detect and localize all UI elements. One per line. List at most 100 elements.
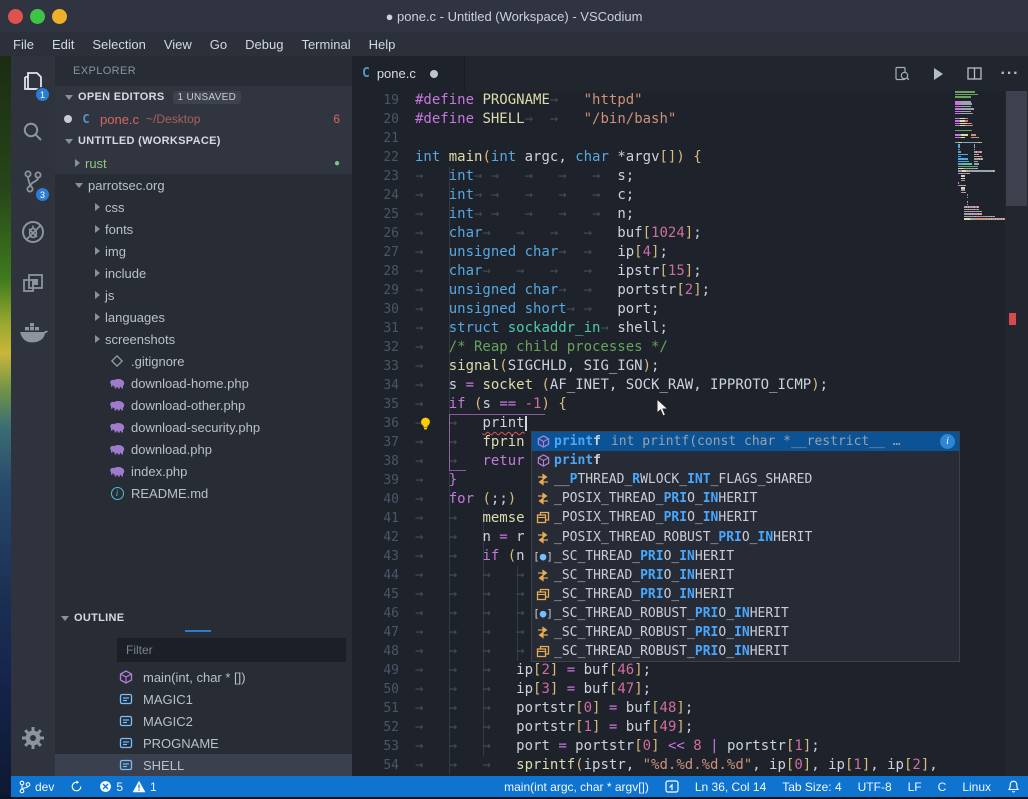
menu-selection[interactable]: Selection (83, 34, 154, 55)
outline-item-progname[interactable]: PROGNAME (55, 732, 352, 754)
suggestion-item[interactable]: _SC_THREAD_ROBUST_PRIO_INHERIT (532, 623, 959, 642)
feedback-icon[interactable] (657, 776, 687, 797)
chevron-down-icon (65, 138, 73, 144)
chevron-right-icon (95, 313, 100, 321)
bell-icon (1007, 780, 1020, 793)
sync-icon (71, 780, 82, 792)
suggestion-item[interactable]: _POSIX_THREAD_ROBUST_PRIO_INHERIT (532, 527, 959, 546)
open-editor-pone.c[interactable]: Cpone.c ~/Desktop 6 (55, 108, 352, 130)
os-indicator[interactable]: Linux (954, 776, 999, 797)
suggestion-item[interactable]: _POSIX_THREAD_PRIO_INHERIT (532, 508, 959, 527)
outline-item-main-int-char-[interactable]: main(int, char * []) (55, 666, 352, 688)
outline-item-shell[interactable]: SHELL (55, 754, 352, 776)
run-button[interactable] (928, 64, 948, 84)
section-open-editors[interactable]: OPEN EDITORS 1 UNSAVED (55, 86, 352, 108)
outline-list: main(int, char * []) MAGIC1 MAGIC2 PROGNAME… (55, 666, 352, 776)
current-symbol[interactable]: main(int argc, char * argv[]) (496, 776, 657, 797)
menu-debug[interactable]: Debug (236, 34, 292, 55)
status-bar: dev 5 1 main(int argc, char * argv[]) Ln… (11, 776, 1028, 797)
activitybar-debug[interactable] (11, 208, 55, 256)
problems-indicator[interactable]: 5 1 (91, 776, 164, 797)
file-index.php[interactable]: index.php (55, 460, 352, 482)
activitybar-source-control[interactable]: 3 (11, 158, 55, 206)
window-title: ● pone.c - Untitled (Workspace) - VSCodi… (385, 8, 643, 24)
info-icon[interactable]: i (940, 434, 955, 450)
menu-help[interactable]: Help (360, 34, 405, 55)
line-numbers: 19 20 21 22 23 24 25 26 27 28 29 30 31 32 33 34 35 36 37 38… (383, 93, 399, 773)
file-.gitignore[interactable]: .gitignore (55, 350, 352, 372)
eol-indicator[interactable]: LF (900, 776, 930, 797)
menu-file[interactable]: File (4, 34, 43, 55)
suggest-ref-icon (532, 569, 554, 582)
outline-item-magic1[interactable]: MAGIC1 (55, 688, 352, 710)
outline-item-magic2[interactable]: MAGIC2 (55, 710, 352, 732)
folder-js[interactable]: js (55, 284, 352, 306)
activitybar-extensions[interactable] (11, 258, 55, 306)
folder-screenshots[interactable]: screenshots (55, 328, 352, 350)
folder-rust[interactable]: rust ● (55, 152, 352, 174)
folder-img[interactable]: img (55, 240, 352, 262)
open-changes-icon[interactable] (892, 64, 912, 84)
php-file-icon (109, 466, 125, 477)
editor-group: C pone.c ··· 19 20 21 22 23 24 25 26 27 … (352, 56, 1028, 776)
symbol-field-icon (119, 714, 137, 728)
suggestion-item[interactable]: _SC_THREAD_PRIO_INHERIT (532, 566, 959, 585)
lightbulb-icon[interactable] (418, 416, 433, 431)
tab-size[interactable]: Tab Size: 4 (774, 776, 849, 797)
file-README.md[interactable]: i README.md (55, 482, 352, 504)
folder-fonts[interactable]: fonts (55, 218, 352, 240)
section-untitled-workspace-[interactable]: UNTITLED (WORKSPACE) (55, 130, 352, 152)
folder-parrotsec.org[interactable]: parrotsec.org (55, 174, 352, 196)
suggestion-item[interactable]: __PTHREAD_RWLOCK_INT_FLAGS_SHARED (532, 470, 959, 489)
file-download-other.php[interactable]: download-other.php (55, 394, 352, 416)
suggestion-item[interactable]: [●] _SC_THREAD_PRIO_INHERIT (532, 547, 959, 566)
encoding[interactable]: UTF-8 (850, 776, 900, 797)
activitybar-search[interactable] (11, 108, 55, 156)
notifications-bell[interactable] (999, 776, 1028, 797)
symbol-field-icon (119, 692, 137, 706)
file-download.php[interactable]: download.php (55, 438, 352, 460)
git-file-icon (109, 355, 125, 367)
git-branch-indicator[interactable]: dev (11, 776, 62, 797)
settings-gear-icon[interactable] (11, 714, 55, 762)
suggest-struct-icon (532, 511, 554, 524)
explorer-sidebar: EXPLORER OPEN EDITORS 1 UNSAVED Cpone.c ~/D… (55, 56, 352, 776)
outline-section-header[interactable]: OUTLINE (55, 606, 352, 630)
symbol-method-icon (119, 670, 137, 684)
suggestion-item[interactable]: _SC_THREAD_ROBUST_PRIO_INHERIT (532, 642, 959, 661)
symbol-field-icon (119, 758, 137, 772)
sync-button[interactable] (62, 776, 91, 797)
cursor-position[interactable]: Ln 36, Col 14 (687, 776, 774, 797)
folder-languages[interactable]: languages (55, 306, 352, 328)
suggest-enum-icon: [●] (533, 606, 553, 620)
suggestion-item[interactable]: printf int printf(const char *__restrict_… (532, 432, 959, 452)
tab-pone-c[interactable]: C pone.c (352, 56, 465, 91)
c-language-icon: C (362, 66, 370, 81)
suggestion-item[interactable]: _POSIX_THREAD_PRIO_INHERIT (532, 489, 959, 508)
minimap[interactable] (953, 91, 1005, 776)
branch-icon (19, 780, 31, 793)
split-editor-icon[interactable] (964, 64, 984, 84)
file-download-home.php[interactable]: download-home.php (55, 372, 352, 394)
suggest-enum-icon: [●] (533, 549, 553, 563)
menu-terminal[interactable]: Terminal (292, 34, 359, 55)
chevron-right-icon (95, 335, 100, 343)
activitybar-docker[interactable] (11, 308, 55, 356)
file-download-security.php[interactable]: download-security.php (55, 416, 352, 438)
menu-go[interactable]: Go (201, 34, 236, 55)
more-actions-icon[interactable]: ··· (1000, 64, 1020, 84)
suggestion-item[interactable]: printf (532, 451, 959, 470)
menu-edit[interactable]: Edit (43, 34, 83, 55)
symbol-field-icon (119, 736, 137, 750)
folder-css[interactable]: css (55, 196, 352, 218)
menu-view[interactable]: View (155, 34, 201, 55)
info-file-icon: i (109, 486, 125, 500)
suggestion-item[interactable]: [●] _SC_THREAD_ROBUST_PRIO_INHERIT (532, 604, 959, 623)
scrollbar-thumb[interactable] (1006, 91, 1027, 206)
mouse-cursor (656, 398, 670, 418)
activitybar-explorer[interactable]: 1 (11, 58, 55, 106)
language-mode[interactable]: C (930, 776, 955, 797)
folder-include[interactable]: include (55, 262, 352, 284)
suggestion-item[interactable]: _SC_THREAD_PRIO_INHERIT (532, 585, 959, 604)
outline-filter-input[interactable]: Filter (117, 638, 346, 662)
